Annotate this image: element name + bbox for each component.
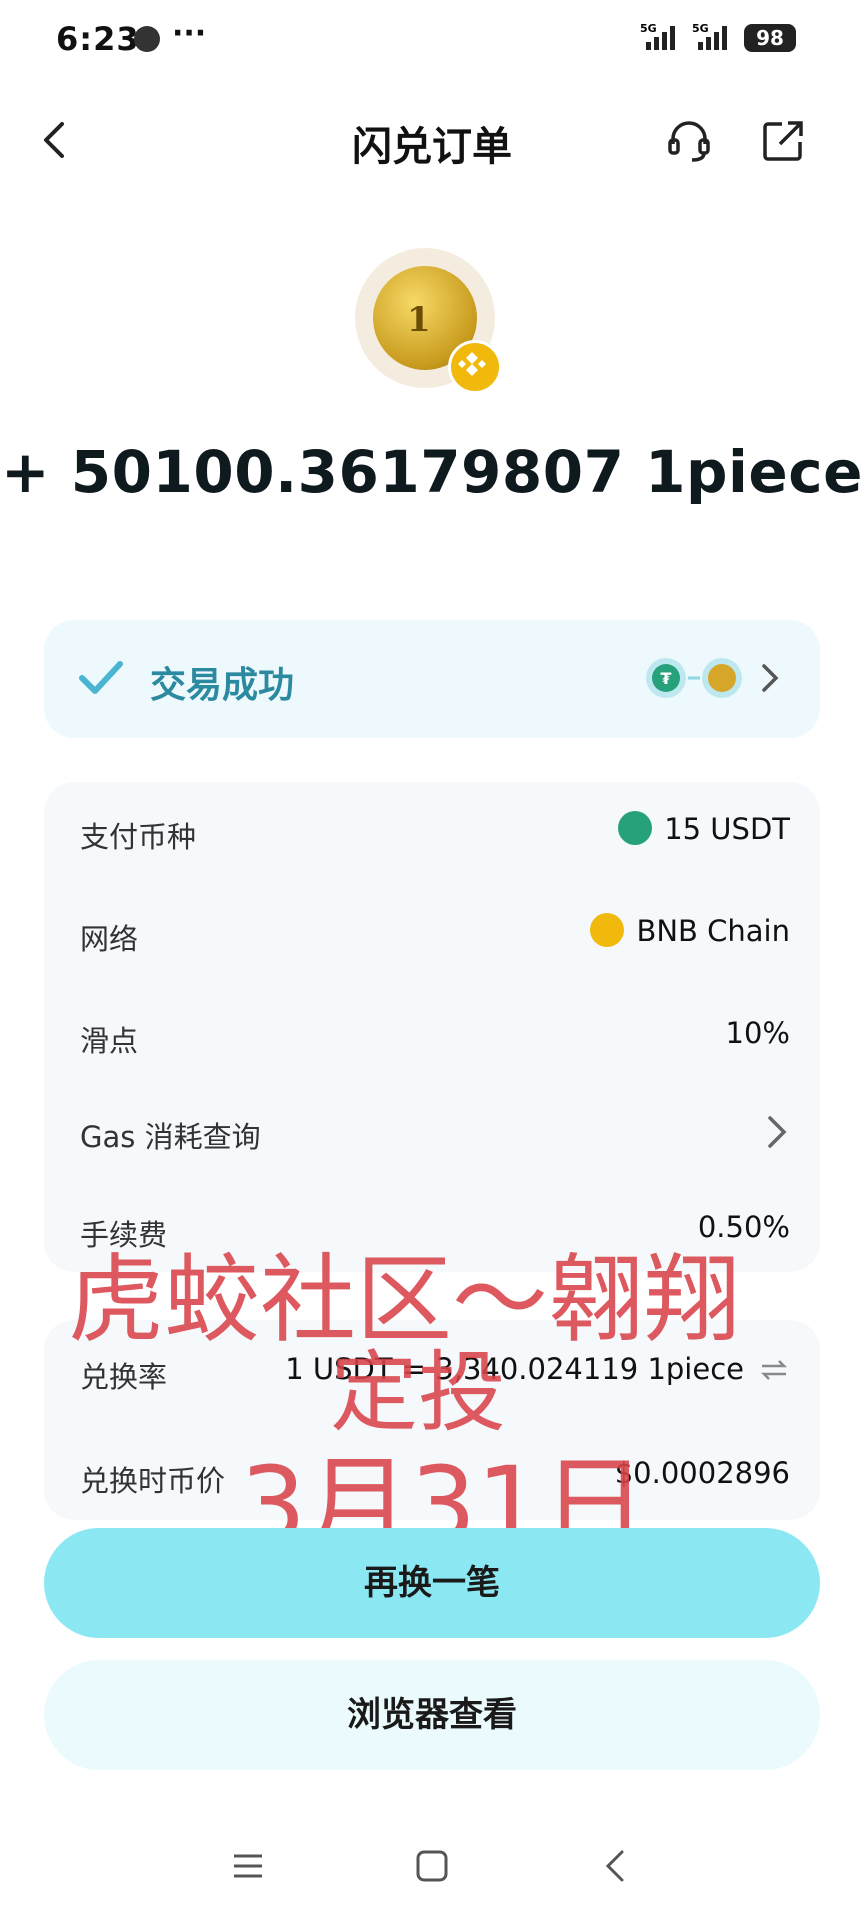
slippage-value: 10% xyxy=(725,1016,790,1050)
headset-icon[interactable] xyxy=(666,118,712,164)
signal-icon: 5G xyxy=(640,22,675,50)
slippage-label: 滑点 xyxy=(80,1024,139,1058)
transaction-status-card[interactable]: 交易成功 ₮ xyxy=(44,620,820,738)
received-amount: + 50100.36179807 1piece xyxy=(1,438,863,506)
view-in-browser-button[interactable]: 浏览器查看 xyxy=(44,1660,820,1770)
chevron-right-icon[interactable] xyxy=(766,1114,788,1150)
network-value: BNB Chain xyxy=(590,913,790,950)
page-title: 闪兑订单 xyxy=(352,124,512,170)
network-label-2: 5G xyxy=(692,22,709,35)
bnb-icon xyxy=(590,913,625,947)
pay-currency-value: 15 USDT xyxy=(618,811,790,848)
network-label-1: 5G xyxy=(640,22,657,35)
page-header: 闪兑订单 xyxy=(0,100,864,180)
swap-again-button[interactable]: 再换一笔 xyxy=(44,1528,820,1638)
swap-icon[interactable] xyxy=(758,1354,790,1386)
order-details-card: 支付币种 15 USDT 网络 BNB Chain 滑点 10% Gas 消耗查… xyxy=(44,782,820,1272)
network-text: BNB Chain xyxy=(636,914,790,948)
battery-indicator: 98 xyxy=(744,24,796,52)
svg-text:₮: ₮ xyxy=(660,669,671,688)
network-label: 网络 xyxy=(80,922,139,956)
back-icon[interactable] xyxy=(596,1846,636,1886)
1piece-icon xyxy=(708,664,736,692)
system-nav-bar xyxy=(0,1840,864,1900)
pay-currency-label: 支付币种 xyxy=(80,820,197,854)
price-label: 兑换时币价 xyxy=(80,1464,226,1498)
signal-icon-2: 5G xyxy=(692,22,727,50)
bnb-icon xyxy=(448,340,502,394)
pay-currency-text: 15 USDT xyxy=(664,812,790,846)
status-bar: 6:23 ··· 5G 5G 98 xyxy=(0,0,864,80)
more-notifications: ··· xyxy=(172,16,207,51)
check-icon xyxy=(79,661,123,694)
gas-query-label[interactable]: Gas 消耗查询 xyxy=(80,1114,261,1156)
swap-pair-icons: ₮ xyxy=(646,658,779,698)
chevron-right-icon xyxy=(762,664,779,692)
status-label: 交易成功 xyxy=(150,665,295,706)
coin-text: 1 xyxy=(407,300,431,340)
share-icon[interactable] xyxy=(760,118,806,164)
usdt-icon xyxy=(618,811,653,845)
menu-icon[interactable] xyxy=(228,1846,268,1886)
home-icon[interactable] xyxy=(412,1846,452,1886)
recording-icon xyxy=(134,26,160,52)
status-time: 6:23 xyxy=(56,20,140,58)
